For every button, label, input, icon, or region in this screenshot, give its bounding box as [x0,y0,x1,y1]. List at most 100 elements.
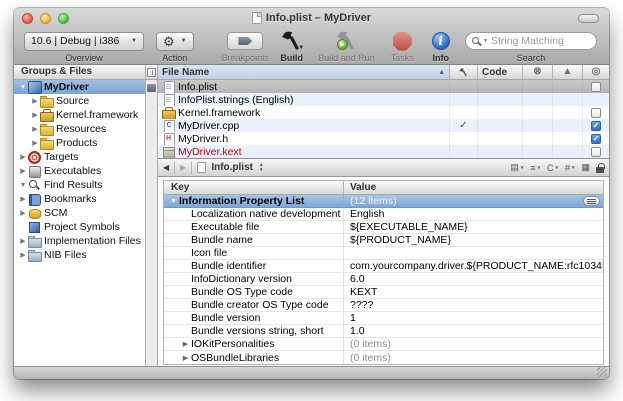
breadcrumb-file-popup[interactable]: Info.plist [211,162,253,173]
plist-value-cell: English [344,208,603,220]
breakpoints-menu-button[interactable]: ≡▼ [530,163,541,173]
disclosure-closed-icon[interactable]: ▶ [180,340,191,348]
sidebar-item-implementation-files[interactable]: ▶Implementation Files [14,234,145,248]
plist-row-infodictionary-version[interactable]: InfoDictionary version6.0 [164,273,603,286]
forward-button[interactable]: ▶ [180,163,186,172]
file-row-mydriver-h[interactable]: MyDriver.h [158,132,609,145]
smartfolder-icon [28,235,41,247]
disclosure-closed-icon[interactable]: ▶ [18,195,28,203]
disclosure-closed-icon[interactable]: ▶ [18,251,28,259]
back-button[interactable]: ◀ [163,163,169,172]
disclosure-closed-icon[interactable]: ▶ [30,125,40,133]
plist-row-icon-file[interactable]: Icon file [164,247,603,260]
file-name-column-header[interactable]: File Name ▲ [158,65,450,80]
disclosure-closed-icon[interactable]: ▶ [18,237,28,245]
target-checkbox[interactable] [591,108,601,118]
sidebar-item-project-symbols[interactable]: Project Symbols [14,220,145,234]
plist-row-localization-native-development-re[interactable]: Localization native development reEnglis… [164,208,603,221]
file-row-kernel-framework[interactable]: Kernel.framework [158,106,609,119]
plist-value-cell: (0 items) [344,351,603,364]
plist-value-label: ???? [350,299,373,311]
split-view-icon[interactable] [147,68,156,77]
sidebar-item-scm[interactable]: ▶SCM [14,206,145,220]
disclosure-open-icon[interactable]: ▼ [168,198,179,205]
splitter-strip[interactable] [145,65,158,366]
sidebar-item-resources[interactable]: ▶Resources [14,122,145,136]
disclosure-closed-icon[interactable]: ▶ [18,209,28,217]
target-checkbox[interactable] [591,82,601,92]
plist-row-osbundlelibraries[interactable]: ▶OSBundleLibraries(0 items) [164,351,603,364]
target-cell [583,93,609,106]
breakpoints-button[interactable] [227,32,263,50]
minimize-button[interactable] [40,13,51,24]
sidebar-item-nib-files[interactable]: ▶NIB Files [14,248,145,262]
plist-row-bundle-name[interactable]: Bundle name${PRODUCT_NAME} [164,234,603,247]
plist-row-executable-file[interactable]: Executable file${EXECUTABLE_NAME} [164,221,603,234]
info-button[interactable]: i [432,32,450,50]
disclosure-closed-icon[interactable]: ▶ [30,111,40,119]
close-button[interactable] [22,13,33,24]
detail-view-icon[interactable] [147,84,156,92]
file-row-mydriver-cpp[interactable]: MyDriver.cpp✓ [158,119,609,132]
code-column-header[interactable]: Code [478,65,523,80]
file-row-info-plist[interactable]: Info.plist [158,80,609,93]
row-menu-button[interactable] [583,196,600,206]
plist-row-bundle-creator-os-type-code[interactable]: Bundle creator OS Type code???? [164,299,603,312]
window-controls [22,13,69,24]
included-files-button[interactable]: ▦ [581,162,590,173]
target-checkbox[interactable] [591,134,601,144]
zoom-button[interactable] [58,13,69,24]
search-field[interactable]: ▼ [465,32,597,50]
action-button[interactable]: ⚙ ▼ [156,32,194,51]
key-column-header[interactable]: Key [164,181,344,194]
sidebar-item-source[interactable]: ▶Source [14,94,145,108]
sidebar-item-kernel-framework[interactable]: ▶Kernel.framework [14,108,145,122]
counterpart-menu-button[interactable]: #▼ [565,163,575,173]
target-column-header[interactable]: ◎ [583,65,609,80]
plist-row-bundle-versions-string-short[interactable]: Bundle versions string, short1.0 [164,325,603,338]
target-checkbox[interactable] [591,147,601,157]
build-button[interactable]: ▼ [279,30,304,52]
file-row-infoplist-strings-english[interactable]: InfoPlist.strings (English) [158,93,609,106]
toolbar-toggle-button[interactable] [578,14,599,23]
disclosure-closed-icon[interactable]: ▶ [18,153,28,161]
sidebar-item-products[interactable]: ▶Products [14,136,145,150]
search-input[interactable] [491,35,590,47]
disclosure-open-icon[interactable]: ▼ [18,84,28,91]
disclosure-closed-icon[interactable]: ▶ [18,167,28,175]
plist-row-bundle-identifier[interactable]: Bundle identifiercom.yourcompany.driver.… [164,260,603,273]
build-and-run-button[interactable]: ▶ [334,30,359,52]
plist-row-information-property-list[interactable]: ▼Information Property List(12 items) [164,195,603,208]
warnings-column-header[interactable]: ▲ [553,65,583,80]
bookmarks-menu-button[interactable]: ▤▼ [510,162,524,173]
sidebar-item-find-results[interactable]: ▼Find Results [14,178,145,192]
plist-row-bundle-os-type-code[interactable]: Bundle OS Type codeKEXT [164,286,603,299]
lock-icon[interactable] [596,163,604,173]
file-row-mydriver-kext[interactable]: MyDriver.kext [158,145,609,158]
sidebar-item-bookmarks[interactable]: ▶Bookmarks [14,192,145,206]
sidebar-item-executables[interactable]: ▶Executables [14,164,145,178]
built-cell [450,93,478,106]
gear-icon: ⚙ [163,35,175,48]
chevron-down-icon: ▼ [298,45,304,51]
file-name-cell: Kernel.framework [158,106,450,119]
plist-row-iokitpersonalities[interactable]: ▶IOKitPersonalities(0 items) [164,338,603,351]
disclosure-closed-icon[interactable]: ▶ [30,97,40,105]
disclosure-closed-icon[interactable]: ▶ [30,139,40,147]
tasks-button[interactable] [393,32,412,51]
overview-popup[interactable]: 10.6 | Debug | i386 ▼ [24,32,144,51]
resize-grip[interactable] [597,367,607,377]
title-bar[interactable]: Info.plist – MyDriver [14,8,609,28]
built-column-header[interactable] [450,65,478,80]
target-checkbox[interactable] [591,121,601,131]
value-column-header[interactable]: Value [344,181,603,194]
disclosure-closed-icon[interactable]: ▶ [180,354,191,362]
plist-editor: Key Value ▼Information Property List(12 … [158,177,609,366]
plist-key-cell: Bundle versions string, short [164,325,344,337]
class-hierarchy-menu-button[interactable]: C▼ [547,163,559,173]
errors-column-header[interactable]: ⊗ [523,65,553,80]
sidebar-item-mydriver[interactable]: ▼MyDriver [14,80,145,94]
disclosure-open-icon[interactable]: ▼ [18,182,28,189]
plist-row-bundle-version[interactable]: Bundle version1 [164,312,603,325]
sidebar-item-targets[interactable]: ▶Targets [14,150,145,164]
